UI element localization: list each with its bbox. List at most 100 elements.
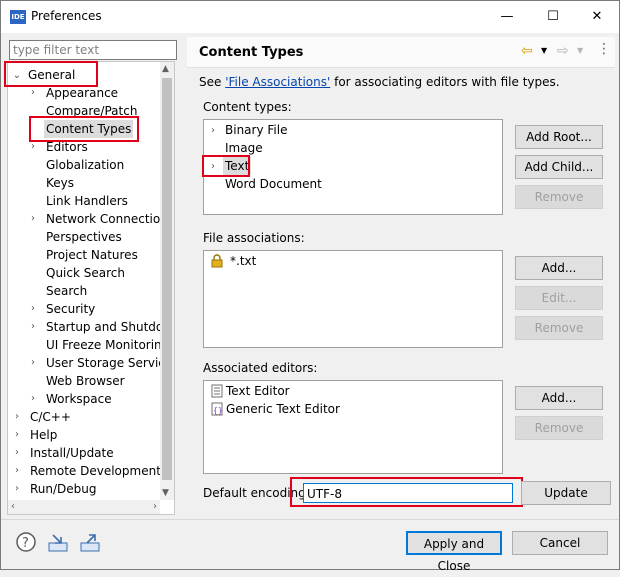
preferences-tree: ⌄ General › Appearance Compare/Patch Con… [7, 61, 175, 515]
add-child-button[interactable]: Add Child... [515, 155, 603, 179]
chevron-right-icon[interactable]: › [12, 408, 22, 426]
tree-item-remote-development[interactable]: Remote Development [30, 462, 161, 480]
tree-item-install-update[interactable]: Install/Update [30, 444, 114, 462]
scroll-up-icon[interactable]: ▲ [162, 64, 169, 74]
title-bar: IDE Preferences — ☐ ✕ [1, 1, 619, 33]
content-type-binary-file[interactable]: Binary File [225, 121, 287, 139]
chevron-right-icon[interactable]: › [28, 390, 38, 408]
filter-input[interactable] [9, 40, 177, 60]
editor-generic-text-editor[interactable]: Generic Text Editor [226, 400, 340, 418]
tree-item-run-debug[interactable]: Run/Debug [30, 480, 97, 498]
tree-item-perspectives[interactable]: Perspectives [46, 228, 122, 246]
chevron-right-icon[interactable]: › [12, 444, 22, 462]
chevron-right-icon[interactable]: › [28, 318, 38, 336]
tree-item-compare-patch[interactable]: Compare/Patch [46, 102, 137, 120]
chevron-right-icon[interactable]: › [28, 300, 38, 318]
more-menu-icon[interactable]: ⋮ [597, 41, 611, 57]
chevron-down-icon[interactable]: ⌄ [12, 67, 22, 85]
default-encoding-input[interactable]: UTF-8 [303, 483, 513, 503]
minimize-button[interactable]: — [487, 5, 527, 29]
add-root-button[interactable]: Add Root... [515, 125, 603, 149]
chevron-right-icon[interactable]: › [28, 84, 38, 102]
chevron-right-icon[interactable]: › [208, 158, 218, 176]
chevron-right-icon[interactable]: › [28, 354, 38, 372]
right-panel: Content Types ⇦ ▼ ⇨ ▼ ⋮ See 'File Associ… [187, 37, 615, 515]
content-type-image[interactable]: Image [225, 139, 263, 157]
tree-item-help[interactable]: Help [30, 426, 57, 444]
tree-item-quick-search[interactable]: Quick Search [46, 264, 125, 282]
scroll-left-icon[interactable]: ‹ [11, 501, 15, 512]
back-arrow-icon[interactable]: ⇦ [521, 43, 533, 59]
chevron-right-icon[interactable]: › [12, 462, 22, 480]
tree-horizontal-scrollbar[interactable]: ‹ › [8, 500, 160, 514]
remove-file-association-button[interactable]: Remove [515, 316, 603, 340]
tree-item-workspace[interactable]: Workspace [46, 390, 112, 408]
tree-item-keys[interactable]: Keys [46, 174, 74, 192]
see-prefix: See [199, 75, 226, 89]
tree-item-appearance[interactable]: Appearance [46, 84, 118, 102]
chevron-right-icon[interactable]: › [28, 138, 38, 156]
tree-item-network-connection[interactable]: Network Connection [46, 210, 168, 228]
preferences-window: IDE Preferences — ☐ ✕ ⌄ General › Appear… [0, 0, 620, 573]
file-associations-link[interactable]: 'File Associations' [225, 75, 330, 89]
svg-text:?: ? [22, 536, 29, 551]
forward-arrow-icon[interactable]: ⇨ [557, 43, 569, 59]
associated-editors-label: Associated editors: [203, 361, 318, 375]
tree-item-general[interactable]: General [28, 66, 75, 84]
content-types-tree[interactable]: › Binary File Image › Text Word Document [203, 119, 503, 215]
tree-item-security[interactable]: Security [46, 300, 95, 318]
back-dropdown-icon[interactable]: ▼ [541, 46, 547, 55]
content-type-text[interactable]: Text [223, 157, 252, 175]
apply-and-close-button[interactable]: Apply and Close [406, 531, 502, 573]
import-icon[interactable] [47, 531, 69, 553]
text-file-icon [211, 384, 223, 398]
tree-item-search[interactable]: Search [46, 282, 87, 300]
bottom-separator [1, 519, 619, 520]
associated-editors-list[interactable]: Text Editor {} Generic Text Editor [203, 380, 503, 474]
help-icon[interactable]: ? [15, 531, 37, 553]
tree-item-project-natures[interactable]: Project Natures [46, 246, 138, 264]
content-types-label: Content types: [203, 100, 292, 114]
tree-item-c-cpp[interactable]: C/C++ [30, 408, 71, 426]
tree-item-user-storage-service[interactable]: User Storage Service [46, 354, 172, 372]
tree-item-content-types[interactable]: Content Types [44, 120, 134, 138]
chevron-right-icon[interactable]: › [12, 426, 22, 444]
scroll-thumb[interactable] [162, 78, 172, 480]
tree-item-globalization[interactable]: Globalization [46, 156, 124, 174]
export-icon[interactable] [79, 531, 101, 553]
tree-item-web-browser[interactable]: Web Browser [46, 372, 125, 390]
tree-item-link-handlers[interactable]: Link Handlers [46, 192, 128, 210]
window-title: Preferences [31, 9, 102, 23]
chevron-right-icon[interactable]: › [12, 480, 22, 498]
tree-item-ui-freeze-monitoring[interactable]: UI Freeze Monitoring [46, 336, 169, 354]
left-panel: ⌄ General › Appearance Compare/Patch Con… [4, 39, 177, 515]
chevron-right-icon[interactable]: › [208, 122, 218, 140]
remove-editor-button[interactable]: Remove [515, 416, 603, 440]
app-icon: IDE [10, 10, 26, 24]
scroll-right-icon[interactable]: › [153, 501, 157, 512]
add-editor-button[interactable]: Add... [515, 386, 603, 410]
cancel-button[interactable]: Cancel [512, 531, 608, 555]
see-description: See 'File Associations' for associating … [199, 75, 560, 89]
editor-text-editor[interactable]: Text Editor [226, 382, 290, 400]
forward-dropdown-icon[interactable]: ▼ [577, 46, 583, 55]
edit-file-association-button[interactable]: Edit... [515, 286, 603, 310]
content-type-word-document[interactable]: Word Document [225, 175, 322, 193]
default-encoding-label: Default encoding: [203, 486, 310, 500]
file-associations-list[interactable]: *.txt [203, 250, 503, 348]
page-header: Content Types ⇦ ▼ ⇨ ▼ ⋮ [187, 37, 615, 68]
chevron-right-icon[interactable]: › [28, 210, 38, 228]
file-associations-label: File associations: [203, 231, 305, 245]
scroll-down-icon[interactable]: ▼ [162, 488, 169, 498]
close-button[interactable]: ✕ [577, 5, 617, 29]
file-association-txt[interactable]: *.txt [230, 252, 256, 270]
tree-item-startup-shutdown[interactable]: Startup and Shutdow [46, 318, 173, 336]
maximize-button[interactable]: ☐ [533, 5, 573, 29]
svg-text:{}: {} [213, 406, 223, 415]
remove-content-type-button[interactable]: Remove [515, 185, 603, 209]
tree-vertical-scrollbar[interactable]: ▲ ▼ [160, 62, 174, 500]
update-button[interactable]: Update [521, 481, 611, 505]
add-file-association-button[interactable]: Add... [515, 256, 603, 280]
tree-item-editors[interactable]: Editors [46, 138, 88, 156]
lock-icon [210, 254, 224, 268]
